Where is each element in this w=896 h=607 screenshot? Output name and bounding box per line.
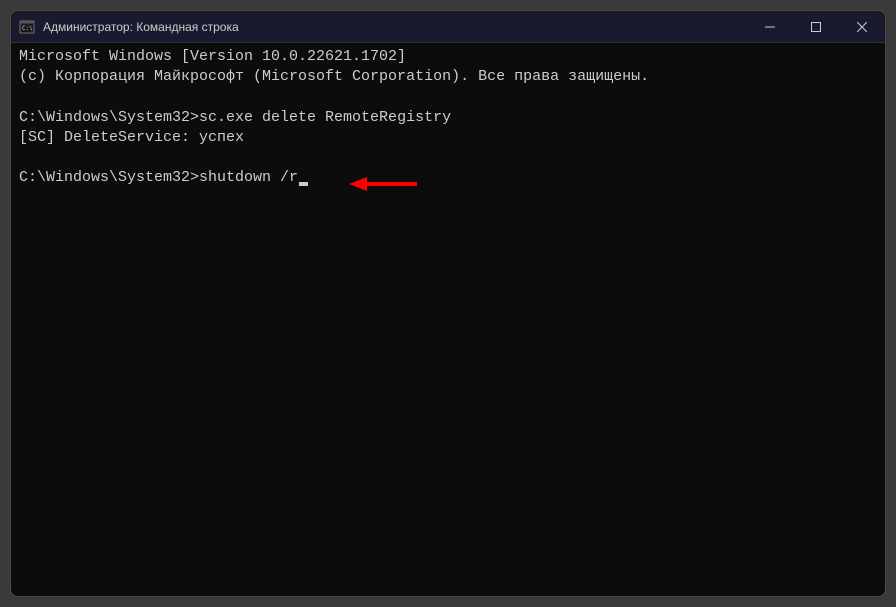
version-line: Microsoft Windows [Version 10.0.22621.17… bbox=[19, 47, 877, 67]
cmd-icon: C:\ bbox=[19, 19, 35, 35]
command-text: sc.exe delete RemoteRegistry bbox=[199, 109, 451, 126]
command-line-1: C:\Windows\System32>sc.exe delete Remote… bbox=[19, 108, 877, 128]
close-button[interactable] bbox=[839, 11, 885, 43]
prompt: C:\Windows\System32> bbox=[19, 169, 199, 186]
prompt: C:\Windows\System32> bbox=[19, 109, 199, 126]
copyright-line: (c) Корпорация Майкрософт (Microsoft Cor… bbox=[19, 67, 877, 87]
window-controls bbox=[747, 11, 885, 42]
minimize-button[interactable] bbox=[747, 11, 793, 43]
svg-text:C:\: C:\ bbox=[22, 25, 33, 32]
titlebar[interactable]: C:\ Администратор: Командная строка bbox=[11, 11, 885, 43]
maximize-button[interactable] bbox=[793, 11, 839, 43]
command-line-2: C:\Windows\System32>shutdown /r bbox=[19, 168, 877, 188]
command-text: shutdown /r bbox=[199, 169, 298, 186]
terminal-output[interactable]: Microsoft Windows [Version 10.0.22621.17… bbox=[11, 43, 885, 596]
cmd-window: C:\ Администратор: Командная строка Micr… bbox=[10, 10, 886, 597]
window-title: Администратор: Командная строка bbox=[43, 20, 239, 34]
cursor bbox=[299, 182, 308, 186]
titlebar-left: C:\ Администратор: Командная строка bbox=[19, 19, 239, 35]
output-line-1: [SC] DeleteService: успех bbox=[19, 128, 877, 148]
